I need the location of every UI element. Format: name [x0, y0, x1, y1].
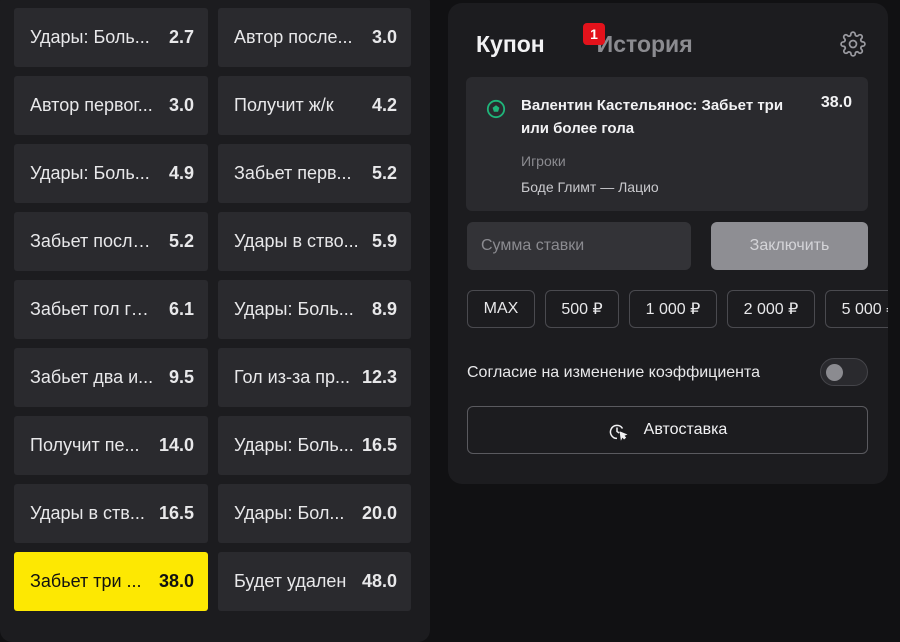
odds-cell[interactable]: Удары: Боль... 8.9 [218, 280, 411, 339]
odds-cell[interactable]: Будет удален 48.0 [218, 552, 411, 611]
quick-amount-1000[interactable]: 1 000 ₽ [629, 290, 717, 328]
odds-cell-label: Забьет два и... [30, 367, 154, 387]
bet-match: Боде Глимт — Лацио [521, 179, 659, 195]
stake-input[interactable] [467, 222, 691, 270]
gear-icon[interactable] [840, 31, 866, 57]
bet-card: Валентин Кастельянос: Забьет три или бол… [466, 77, 868, 211]
bet-odd: 38.0 [820, 94, 852, 111]
quick-amount-max[interactable]: MAX [467, 290, 535, 328]
odds-cell-label: Удары: Боль... [234, 435, 354, 455]
odds-cell-label: Получит пе... [30, 435, 140, 455]
odds-cell-label: Удары: Боль... [234, 299, 354, 319]
odds-cell-label: Автор после... [234, 27, 353, 47]
bet-category: Игроки [521, 153, 566, 169]
coupon-count-badge: 1 [583, 23, 605, 45]
odds-cell-value: 6.1 [168, 299, 194, 319]
odds-cell[interactable]: Автор первог... 3.0 [14, 76, 208, 135]
odds-cell-label: Гол из-за пр... [234, 367, 350, 387]
odds-cell-value: 2.7 [168, 27, 194, 47]
odds-cell-label: Получит ж/к [234, 95, 334, 115]
odds-cell-value: 4.9 [168, 163, 194, 183]
odds-grid: Удары: Боль... 2.7 Автор после... 3.0 Автор … [14, 8, 411, 611]
odds-cell-value: 38.0 [158, 571, 194, 591]
bet-title: Валентин Кастельянос: Забьет три или бол… [521, 97, 784, 137]
odds-cell-value: 8.9 [371, 299, 397, 319]
odds-cell-value: 14.0 [158, 435, 194, 455]
odds-cell-label: Удары: Боль... [30, 163, 150, 183]
odds-cell-value: 4.2 [371, 95, 397, 115]
odds-cell-label: Удары: Боль... [30, 27, 150, 47]
odds-cell-label: Будет удален [234, 571, 347, 591]
odds-cell-value: 48.0 [361, 571, 397, 591]
odds-cell[interactable]: Удары: Боль... 16.5 [218, 416, 411, 475]
odds-cell-value: 12.3 [361, 367, 397, 387]
odds-cell-value: 3.0 [371, 27, 397, 47]
tab-coupon[interactable]: Купон [476, 31, 545, 58]
quick-amounts: MAX 500 ₽ 1 000 ₽ 2 000 ₽ 5 000 ₽ [467, 290, 888, 328]
toggle-knob [826, 364, 843, 381]
coupon-panel: Купон 1 История Валентин Кастельянос: За… [448, 3, 888, 484]
odds-cell-value: 5.2 [168, 231, 194, 251]
odds-cell-label: Забьет после... [30, 231, 155, 251]
odds-cell[interactable]: Удары: Боль... 2.7 [14, 8, 208, 67]
submit-bet-button[interactable]: Заключить [711, 222, 868, 270]
odds-cell-value: 5.9 [371, 231, 397, 251]
odds-cell[interactable]: Гол из-за пр... 12.3 [218, 348, 411, 407]
odds-panel: Удары: Боль... 2.7 Автор после... 3.0 Автор … [0, 0, 430, 642]
odds-cell[interactable]: Забьет два и... 9.5 [14, 348, 208, 407]
odds-cell-label: Забьет гол го... [30, 299, 155, 319]
odds-cell-value: 5.2 [371, 163, 397, 183]
odds-cell-label: Забьет три ... [30, 571, 142, 591]
odds-cell-value: 9.5 [168, 367, 194, 387]
odds-change-consent-toggle[interactable] [820, 358, 868, 386]
odds-cell-label: Забьет перв... [234, 163, 352, 183]
soccer-ball-icon [486, 99, 506, 119]
quick-amount-500[interactable]: 500 ₽ [545, 290, 619, 328]
odds-cell-value: 16.5 [158, 503, 194, 523]
odds-cell[interactable]: Забьет гол го... 6.1 [14, 280, 208, 339]
odds-cell-label: Удары: Бол... [234, 503, 345, 523]
tab-history[interactable]: История [597, 31, 693, 58]
odds-cell[interactable]: Автор после... 3.0 [218, 8, 411, 67]
coupon-tabs: Купон 1 История [476, 23, 693, 58]
quick-amount-5000[interactable]: 5 000 ₽ [825, 290, 888, 328]
odds-cell-label: Удары в ств... [30, 503, 145, 523]
odds-cell-value: 16.5 [361, 435, 397, 455]
odds-cell[interactable]: Удары в ств... 16.5 [14, 484, 208, 543]
odds-cell[interactable]: Получит пе... 14.0 [14, 416, 208, 475]
odds-cell[interactable]: Удары: Боль... 4.9 [14, 144, 208, 203]
autobet-label: Автоставка [643, 421, 728, 438]
odds-cell[interactable]: Получит ж/к 4.2 [218, 76, 411, 135]
odds-cell-label: Удары в ство... [234, 231, 359, 251]
odds-change-consent-label: Согласие на изменение коэффициента [467, 364, 761, 381]
odds-cell[interactable]: Забьет после... 5.2 [14, 212, 208, 271]
clock-cursor-icon [609, 424, 628, 441]
autobet-button[interactable]: Автоставка [467, 406, 868, 454]
odds-cell[interactable]: Удары: Бол... 20.0 [218, 484, 411, 543]
odds-cell[interactable]: Удары в ство... 5.9 [218, 212, 411, 271]
odds-cell-value: 20.0 [361, 503, 397, 523]
odds-cell-selected[interactable]: Забьет три ... 38.0 [14, 552, 208, 611]
quick-amount-2000[interactable]: 2 000 ₽ [727, 290, 815, 328]
odds-cell[interactable]: Забьет перв... 5.2 [218, 144, 411, 203]
odds-cell-label: Автор первог... [30, 95, 153, 115]
odds-cell-value: 3.0 [168, 95, 194, 115]
